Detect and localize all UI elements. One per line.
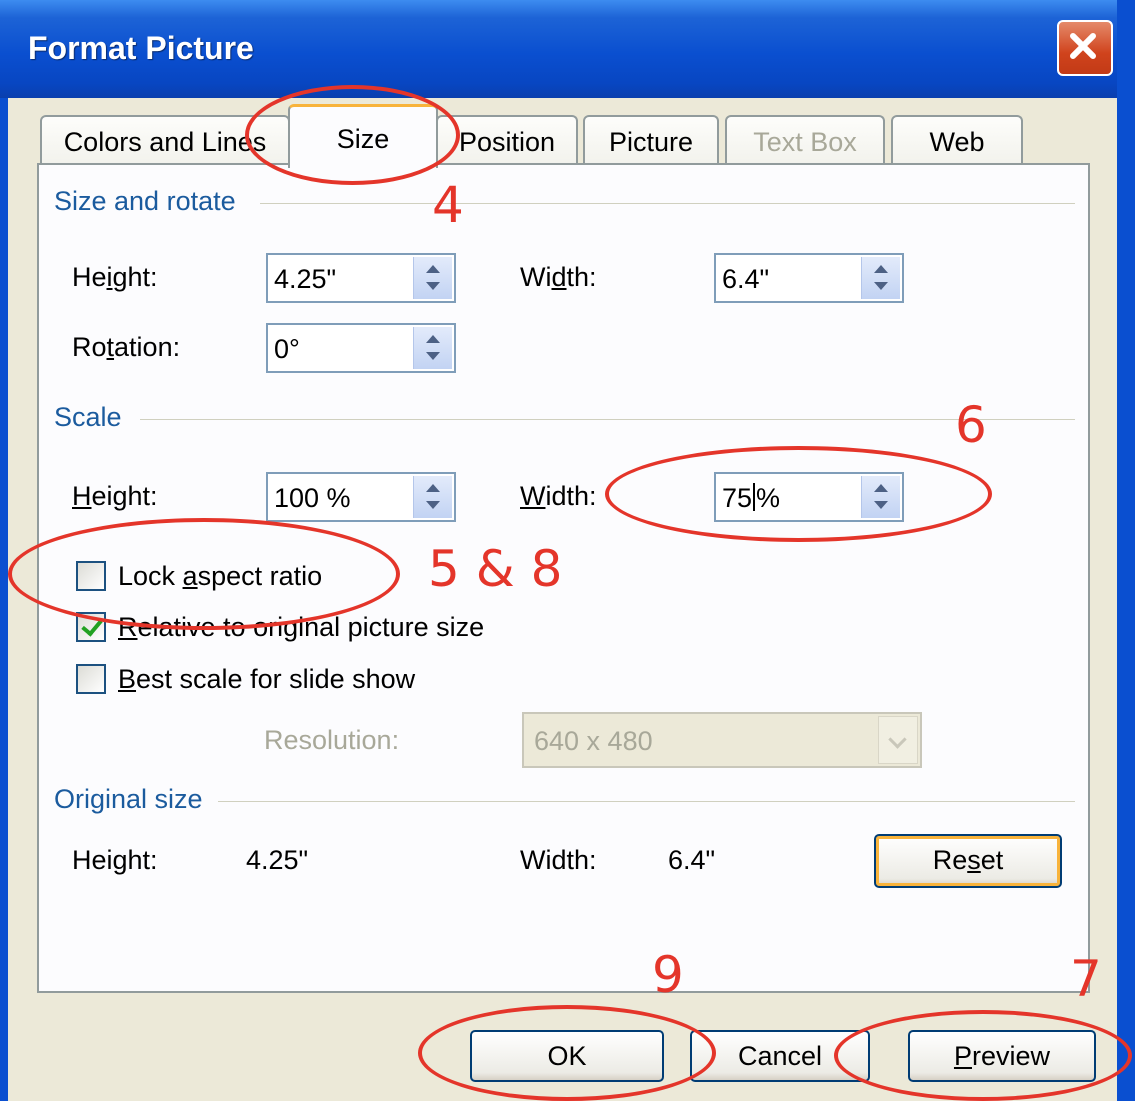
- resolution-value: 640 x 480: [534, 726, 653, 756]
- original-width-value: 6.4": [668, 845, 716, 875]
- chevron-down-icon: [878, 716, 918, 764]
- title-bar: Format Picture: [0, 0, 1135, 98]
- annotation-circle-size-tab: [245, 85, 460, 185]
- height-spinner[interactable]: 4.25": [266, 253, 456, 303]
- close-button[interactable]: [1057, 20, 1113, 76]
- annotation-number-4: 4: [432, 176, 464, 234]
- window-frame-left: [0, 98, 8, 1101]
- tab-web[interactable]: Web: [891, 115, 1023, 165]
- annotation-number-9: 9: [652, 946, 684, 1004]
- spin-arrows-icon[interactable]: [413, 257, 452, 299]
- spin-arrows-icon[interactable]: [413, 327, 452, 369]
- annotation-circle-lock-aspect: [8, 518, 400, 630]
- scale-heading: Scale: [54, 402, 132, 433]
- best-scale-label: Best scale for slide show: [118, 664, 416, 694]
- annotation-number-5-and-8: 5 & 8: [428, 540, 563, 598]
- width-value: 6.4": [722, 264, 770, 294]
- reset-button[interactable]: Reset: [874, 834, 1062, 888]
- group-divider: [260, 203, 1075, 204]
- rotation-label: Rotation:: [72, 332, 181, 362]
- best-scale-checkbox[interactable]: [76, 664, 106, 694]
- original-height-label: Height:: [72, 845, 158, 875]
- annotation-circle-ok: [418, 1005, 716, 1101]
- height-label: Height:: [72, 262, 158, 292]
- group-divider: [140, 419, 1075, 420]
- tab-text-box: Text Box: [725, 115, 885, 165]
- rotation-spinner[interactable]: 0°: [266, 323, 456, 373]
- annotation-circle-preview: [834, 1010, 1132, 1101]
- width-label: Width:: [520, 262, 597, 292]
- annotation-circle-scale-width: [605, 446, 992, 542]
- size-and-rotate-heading: Size and rotate: [54, 186, 246, 217]
- annotation-number-6: 6: [955, 396, 987, 454]
- original-size-heading: Original size: [54, 784, 213, 815]
- original-width-label: Width:: [520, 845, 597, 875]
- resolution-dropdown: 640 x 480: [522, 712, 922, 768]
- window-frame-right: [1117, 0, 1135, 1101]
- scale-width-label: Width:: [520, 481, 597, 511]
- scale-height-value: 100 %: [274, 483, 351, 513]
- annotation-number-7: 7: [1070, 950, 1102, 1008]
- group-divider: [218, 801, 1075, 802]
- spin-arrows-icon[interactable]: [413, 476, 452, 518]
- close-icon: [1070, 33, 1096, 59]
- scale-height-label: Height:: [72, 481, 158, 511]
- original-height-value: 4.25": [246, 845, 309, 875]
- height-value: 4.25": [274, 264, 337, 294]
- scale-height-spinner[interactable]: 100 %: [266, 472, 456, 522]
- spin-arrows-icon[interactable]: [861, 257, 900, 299]
- dialog-title: Format Picture: [28, 30, 254, 66]
- resolution-label: Resolution:: [264, 725, 400, 755]
- rotation-value: 0°: [274, 334, 300, 364]
- tab-picture[interactable]: Picture: [583, 115, 719, 165]
- width-spinner[interactable]: 6.4": [714, 253, 904, 303]
